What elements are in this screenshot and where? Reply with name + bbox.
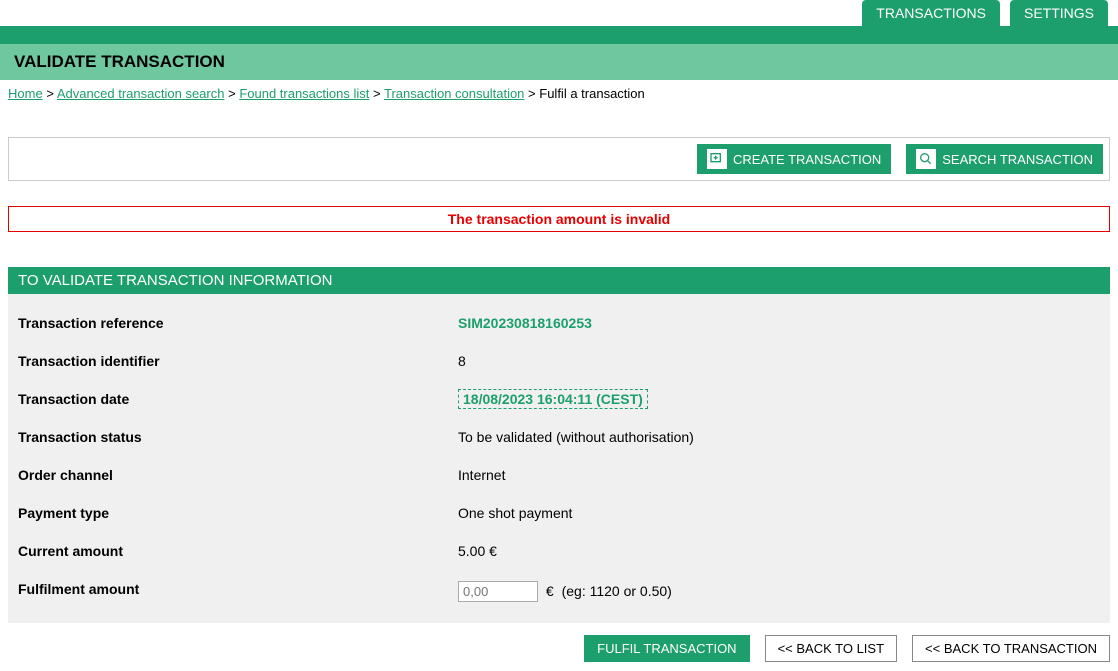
tab-transactions[interactable]: TRANSACTIONS	[862, 0, 1000, 26]
row-status: Transaction status To be validated (with…	[8, 418, 1110, 456]
label-current-amount: Current amount	[18, 543, 458, 559]
search-transaction-button[interactable]: SEARCH TRANSACTION	[906, 144, 1103, 174]
create-icon	[707, 149, 727, 169]
green-bar	[0, 26, 1118, 44]
label-reference: Transaction reference	[18, 315, 458, 331]
page-title: VALIDATE TRANSACTION	[0, 44, 1118, 80]
fulfil-transaction-button[interactable]: FULFIL TRANSACTION	[584, 635, 749, 662]
breadcrumb-home[interactable]: Home	[8, 86, 43, 101]
label-identifier: Transaction identifier	[18, 353, 458, 369]
label-date: Transaction date	[18, 391, 458, 407]
value-fulfilment-wrap: € (eg: 1120 or 0.50)	[458, 581, 672, 602]
row-identifier: Transaction identifier 8	[8, 342, 1110, 380]
label-status: Transaction status	[18, 429, 458, 445]
value-channel: Internet	[458, 467, 505, 483]
row-channel: Order channel Internet	[8, 456, 1110, 494]
info-table: Transaction reference SIM20230818160253 …	[8, 294, 1110, 623]
value-reference: SIM20230818160253	[458, 315, 592, 331]
bottom-actions: FULFIL TRANSACTION << BACK TO LIST << BA…	[0, 623, 1118, 670]
tab-settings[interactable]: SETTINGS	[1010, 0, 1108, 26]
row-payment-type: Payment type One shot payment	[8, 494, 1110, 532]
label-payment-type: Payment type	[18, 505, 458, 521]
breadcrumb: Home > Advanced transaction search > Fou…	[0, 80, 1118, 107]
label-channel: Order channel	[18, 467, 458, 483]
breadcrumb-consultation[interactable]: Transaction consultation	[384, 86, 524, 101]
row-reference: Transaction reference SIM20230818160253	[8, 304, 1110, 342]
row-fulfilment: Fulfilment amount € (eg: 1120 or 0.50)	[8, 570, 1110, 613]
value-identifier: 8	[458, 353, 466, 369]
back-to-transaction-button[interactable]: << BACK TO TRANSACTION	[912, 635, 1110, 662]
error-message: The transaction amount is invalid	[8, 206, 1110, 232]
currency-symbol: €	[546, 583, 554, 599]
breadcrumb-advanced-search[interactable]: Advanced transaction search	[57, 86, 225, 101]
action-bar: CREATE TRANSACTION SEARCH TRANSACTION	[8, 137, 1110, 181]
value-current-amount: 5.00 €	[458, 543, 497, 559]
breadcrumb-found-list[interactable]: Found transactions list	[239, 86, 369, 101]
value-payment-type: One shot payment	[458, 505, 572, 521]
fulfilment-hint: (eg: 1120 or 0.50)	[562, 583, 672, 599]
back-to-list-button[interactable]: << BACK TO LIST	[765, 635, 897, 662]
section-header: TO VALIDATE TRANSACTION INFORMATION	[8, 267, 1110, 294]
row-date: Transaction date 18/08/2023 16:04:11 (CE…	[8, 380, 1110, 418]
breadcrumb-current: Fulfil a transaction	[539, 86, 645, 101]
fulfilment-amount-input[interactable]	[458, 581, 538, 602]
create-transaction-button[interactable]: CREATE TRANSACTION	[697, 144, 891, 174]
row-current-amount: Current amount 5.00 €	[8, 532, 1110, 570]
value-date: 18/08/2023 16:04:11 (CEST)	[458, 389, 648, 409]
value-status: To be validated (without authorisation)	[458, 429, 694, 445]
search-icon	[916, 149, 936, 169]
label-fulfilment: Fulfilment amount	[18, 581, 458, 602]
